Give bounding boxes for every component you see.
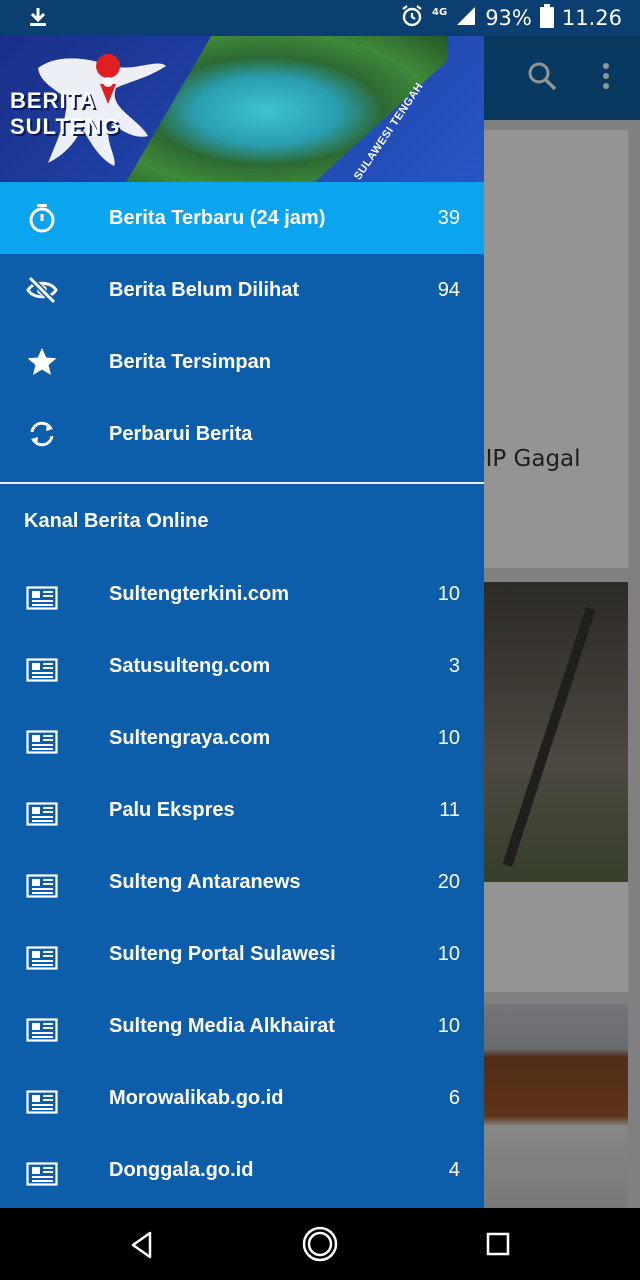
unread-count: 11 (439, 798, 460, 821)
channel-item-sultengterkini-com[interactable]: Sultengterkini.com 10 (0, 558, 484, 630)
menu-item-label: Palu Ekspres (109, 798, 235, 821)
unread-count: 20 (437, 870, 460, 893)
signal-icon (455, 5, 477, 32)
newspaper-icon (26, 654, 58, 686)
download-icon (28, 6, 48, 32)
channel-item-sultengraya-com[interactable]: Sultengraya.com 10 (0, 702, 484, 774)
menu-item-berita-tersimpan[interactable]: Berita Tersimpan (0, 326, 484, 398)
channels-section-header: Kanal Berita Online (24, 509, 209, 532)
back-icon[interactable] (128, 1230, 156, 1264)
channel-item-morowalikab-go-id[interactable]: Morowalikab.go.id 6 (0, 1062, 484, 1134)
newspaper-icon (26, 942, 58, 974)
channel-item-palu-ekspres[interactable]: Palu Ekspres 11 (0, 774, 484, 846)
unread-count: 39 (437, 206, 460, 229)
unread-count: 94 (437, 278, 460, 301)
menu-item-label: Berita Tersimpan (109, 350, 271, 373)
newspaper-icon (26, 726, 58, 758)
unread-count: 3 (448, 654, 460, 677)
menu-item-label: Sultengterkini.com (109, 582, 290, 605)
unread-count: 10 (437, 1014, 460, 1037)
star-icon (26, 346, 58, 378)
newspaper-icon (26, 1086, 58, 1118)
newspaper-icon (26, 870, 58, 902)
unread-count: 6 (448, 1086, 460, 1109)
menu-item-label: Sulteng Portal Sulawesi (109, 942, 336, 965)
refresh-icon (26, 418, 58, 450)
eye-off-icon (26, 274, 58, 306)
channel-item-donggala-go-id[interactable]: Donggala.go.id 4 (0, 1134, 484, 1206)
newspaper-icon (26, 1014, 58, 1046)
navigation-drawer: BERITA SULTENG BERITA SULAWESI TENGAH Be… (0, 36, 484, 1208)
channel-item-sulteng-portal-sulawesi[interactable]: Sulteng Portal Sulawesi 10 (0, 918, 484, 990)
menu-item-berita-terbaru-24-jam[interactable]: Berita Terbaru (24 jam) 39 (0, 182, 484, 254)
system-nav-bar (0, 1208, 640, 1280)
newspaper-icon (26, 798, 58, 830)
timer-icon (26, 202, 58, 234)
clock: 11.26 (561, 6, 622, 30)
home-icon[interactable] (302, 1226, 338, 1266)
status-bar: 4G 93% 11.26 (0, 0, 640, 36)
main-menu: Berita Terbaru (24 jam) 39 Berita Belum Di… (0, 182, 484, 470)
battery-level: 93% (485, 6, 532, 30)
menu-item-label: Sulteng Antaranews (109, 870, 301, 893)
unread-count: 10 (437, 942, 460, 965)
menu-item-label: Perbarui Berita (109, 422, 253, 445)
unread-count: 10 (437, 726, 460, 749)
menu-item-label: Sultengraya.com (109, 726, 271, 749)
menu-item-perbarui-berita[interactable]: Perbarui Berita (0, 398, 484, 470)
network-type: 4G (432, 6, 448, 18)
menu-item-label: Berita Terbaru (24 jam) (109, 206, 326, 229)
newspaper-icon (26, 1158, 58, 1190)
menu-item-berita-belum-dilihat[interactable]: Berita Belum Dilihat 94 (0, 254, 484, 326)
battery-icon (539, 3, 554, 33)
menu-item-label: Satusulteng.com (109, 654, 271, 677)
unread-count: 10 (437, 582, 460, 605)
app-logo: BERITA SULTENG (10, 88, 121, 139)
recents-icon[interactable] (486, 1232, 510, 1260)
channel-item-sulteng-antaranews[interactable]: Sulteng Antaranews 20 (0, 846, 484, 918)
channel-item-satusulteng-com[interactable]: Satusulteng.com 3 (0, 630, 484, 702)
menu-item-label: Donggala.go.id (109, 1158, 254, 1181)
channel-list: Sultengterkini.com 10 Satusulteng.com 3 Sult… (0, 558, 484, 1206)
menu-item-label: Morowalikab.go.id (109, 1086, 284, 1109)
menu-item-label: Sulteng Media Alkhairat (109, 1014, 335, 1037)
alarm-icon (400, 4, 424, 33)
menu-item-label: Berita Belum Dilihat (109, 278, 300, 301)
newspaper-icon (26, 582, 58, 614)
drawer-header-banner: BERITA SULTENG BERITA SULAWESI TENGAH (0, 36, 484, 182)
channel-item-sulteng-media-alkhairat[interactable]: Sulteng Media Alkhairat 10 (0, 990, 484, 1062)
unread-count: 4 (448, 1158, 460, 1181)
